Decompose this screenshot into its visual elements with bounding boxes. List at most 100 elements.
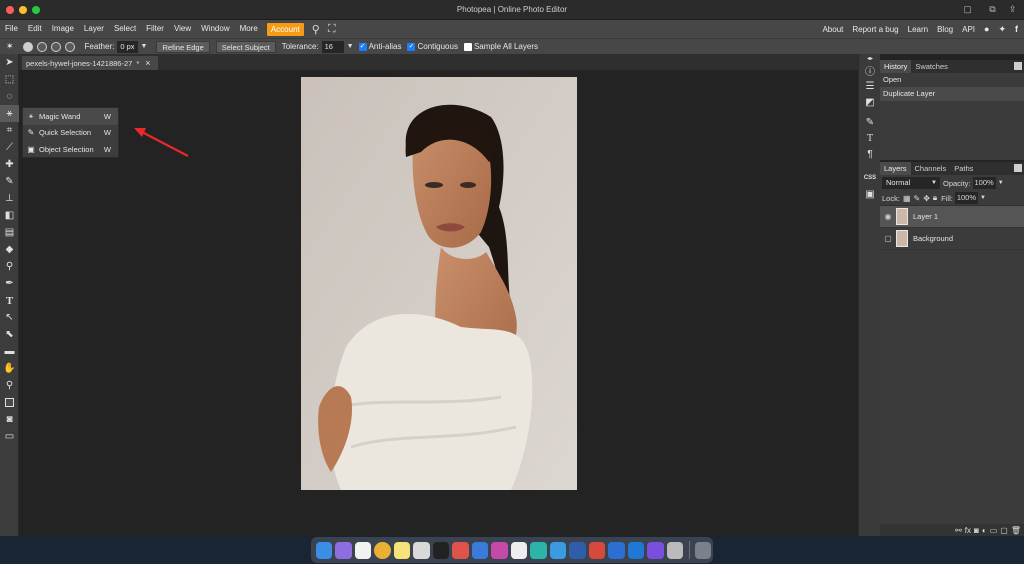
finder-icon[interactable] xyxy=(315,541,332,559)
adjustment-layer-icon[interactable]: ◐ xyxy=(982,526,987,535)
minimize-window-button[interactable] xyxy=(19,6,27,14)
blur-tool-icon[interactable]: ◆ xyxy=(0,241,19,258)
close-window-button[interactable] xyxy=(6,6,14,14)
new-selection-mode-icon[interactable] xyxy=(22,41,33,52)
screen-mode-icon[interactable]: ▭ xyxy=(0,428,19,445)
reddit-icon[interactable]: ● xyxy=(984,24,989,34)
move-tool-icon[interactable]: ➤ xyxy=(0,54,19,71)
color-swatches-icon[interactable] xyxy=(0,394,19,411)
app-icon[interactable] xyxy=(647,541,664,559)
gradient-tool-icon[interactable]: ▤ xyxy=(0,224,19,241)
healing-tool-icon[interactable]: ✚ xyxy=(0,156,19,173)
sidebar-toggle-icon[interactable]: ▢ xyxy=(962,4,973,15)
eye-icon[interactable]: ◉ xyxy=(880,212,896,221)
document-tab[interactable]: pexels-hywel-jones-1421886-27 * × xyxy=(22,56,158,70)
account-button[interactable]: Account xyxy=(266,22,304,36)
magic-wand-tool-icon[interactable]: ✶ xyxy=(6,41,14,52)
lock-position-icon[interactable]: ✥ xyxy=(923,194,930,203)
menu-filter[interactable]: Filter xyxy=(141,20,169,38)
select-subject-button[interactable]: Select Subject xyxy=(215,40,276,53)
fill-dropdown-icon[interactable]: ▼ xyxy=(980,195,986,201)
app-icon[interactable] xyxy=(530,541,547,559)
tab-layers[interactable]: Layers xyxy=(880,162,911,175)
pen-tool-icon[interactable]: ✒ xyxy=(0,275,19,292)
marquee-tool-icon[interactable]: ⬚ xyxy=(0,71,19,88)
learn-link[interactable]: Learn xyxy=(908,25,928,34)
about-link[interactable]: About xyxy=(822,25,843,34)
layer-row[interactable]: ▢ Background xyxy=(880,228,1024,250)
subtract-selection-mode-icon[interactable] xyxy=(50,41,61,52)
tab-channels[interactable]: Channels xyxy=(911,162,951,175)
menu-image[interactable]: Image xyxy=(47,20,79,38)
chrome-icon[interactable] xyxy=(374,541,391,559)
opacity-dropdown-icon[interactable]: ▼ xyxy=(998,180,1004,186)
flyout-item-object-selection[interactable]: ▣ Object Selection W xyxy=(23,141,118,158)
eraser-tool-icon[interactable]: ◧ xyxy=(0,207,19,224)
vscode-icon[interactable] xyxy=(627,541,644,559)
layer-mask-icon[interactable]: ◙ xyxy=(974,526,979,535)
hand-tool-icon[interactable]: ✋ xyxy=(0,360,19,377)
stamp-tool-icon[interactable]: ⊥ xyxy=(0,190,19,207)
trash-icon[interactable] xyxy=(694,541,712,559)
intersect-selection-mode-icon[interactable] xyxy=(64,41,75,52)
app-icon[interactable] xyxy=(608,541,625,559)
launchpad-icon[interactable] xyxy=(335,541,352,559)
tab-history[interactable]: History xyxy=(880,60,912,73)
layer-name[interactable]: Background xyxy=(913,234,953,243)
opacity-input[interactable]: 100% xyxy=(972,177,996,189)
tab-paths[interactable]: Paths xyxy=(950,162,977,175)
feather-dropdown-icon[interactable]: ▼ xyxy=(141,43,148,50)
new-layer-icon[interactable]: ▢ xyxy=(1000,526,1008,535)
app-icon[interactable] xyxy=(491,541,508,559)
calendar-icon[interactable] xyxy=(354,541,371,559)
character-panel-icon[interactable]: T xyxy=(859,130,881,146)
menu-edit[interactable]: Edit xyxy=(23,20,47,38)
share-icon[interactable]: ⇪ xyxy=(1007,4,1018,15)
link-layers-icon[interactable]: ⚯ xyxy=(955,526,962,535)
dodge-tool-icon[interactable]: ⚲ xyxy=(0,258,19,275)
tolerance-input[interactable]: 16 xyxy=(321,40,344,53)
tab-swatches[interactable]: Swatches xyxy=(911,60,952,73)
notes-icon[interactable] xyxy=(393,541,410,559)
app-icon[interactable] xyxy=(549,541,566,559)
layer-row[interactable]: ◉ Layer 1 xyxy=(880,206,1024,228)
zoom-window-button[interactable] xyxy=(32,6,40,14)
menu-layer[interactable]: Layer xyxy=(79,20,109,38)
image-panel-icon[interactable]: ▣ xyxy=(859,186,881,202)
menu-window[interactable]: Window xyxy=(196,20,234,38)
crop-tool-icon[interactable]: ⌗ xyxy=(0,122,19,139)
visibility-toggle-icon[interactable]: ▢ xyxy=(880,234,896,243)
lock-transparency-icon[interactable]: ▦ xyxy=(903,194,911,203)
new-group-icon[interactable]: ▭ xyxy=(990,526,998,535)
path-select-tool-icon[interactable]: ↖ xyxy=(0,309,19,326)
blend-mode-select[interactable]: Normal ▼ xyxy=(882,177,940,189)
info-panel-icon[interactable]: ⓘ xyxy=(859,62,881,78)
search-icon[interactable]: ⚲ xyxy=(308,23,324,36)
fill-input[interactable]: 100% xyxy=(954,192,979,204)
css-panel-button[interactable]: CSS xyxy=(859,170,881,186)
calculator-icon[interactable] xyxy=(666,541,683,559)
collapse-panels-icon[interactable]: ◂▸ xyxy=(859,54,881,62)
facebook-icon[interactable]: f xyxy=(1015,24,1018,34)
eyedropper-tool-icon[interactable]: ⟋ xyxy=(0,139,19,156)
fullscreen-icon[interactable]: ⛶ xyxy=(324,23,340,36)
feather-input[interactable]: 0 px xyxy=(117,40,138,53)
app-icon[interactable] xyxy=(471,541,488,559)
history-item[interactable]: Open xyxy=(880,73,1024,87)
anti-alias-checkbox[interactable]: ✓ xyxy=(358,42,367,51)
delete-layer-icon[interactable]: 🗑︎ xyxy=(1011,526,1021,535)
direct-select-tool-icon[interactable]: ⬉ xyxy=(0,326,19,343)
refine-edge-button[interactable]: Refine Edge xyxy=(156,40,210,53)
magic-wand-tool-icon[interactable]: ⚹ xyxy=(0,105,19,122)
api-link[interactable]: API xyxy=(962,25,975,34)
tolerance-dropdown-icon[interactable]: ▼ xyxy=(347,43,354,50)
layer-effects-icon[interactable]: fx xyxy=(965,526,971,535)
brush-tool-icon[interactable]: ✎ xyxy=(0,173,19,190)
paragraph-panel-icon[interactable]: ¶ xyxy=(859,146,881,162)
report-bug-link[interactable]: Report a bug xyxy=(852,25,898,34)
properties-panel-icon[interactable]: ☰ xyxy=(859,78,881,94)
brush-panel-icon[interactable]: ✎ xyxy=(859,114,881,130)
shape-tool-icon[interactable]: ▬ xyxy=(0,343,19,360)
history-panel-menu-icon[interactable] xyxy=(1014,62,1022,70)
flyout-item-magic-wand[interactable]: ⚹ Magic Wand W xyxy=(23,108,118,125)
